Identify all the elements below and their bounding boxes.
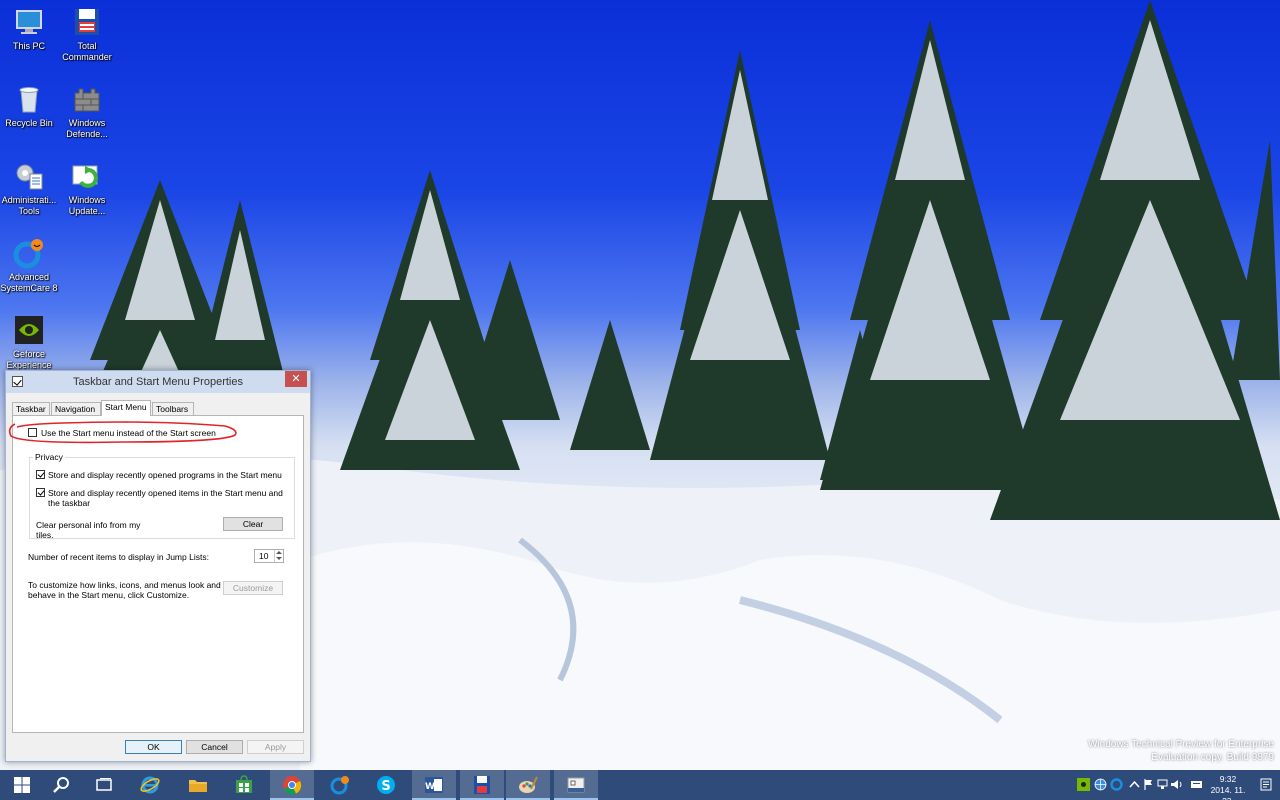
clock-time: 9:32 — [1219, 774, 1237, 784]
chrome-icon — [283, 776, 302, 795]
taskbar-chrome[interactable] — [270, 770, 314, 800]
chevron-up-icon[interactable] — [276, 551, 282, 554]
use-start-menu-checkbox[interactable] — [28, 428, 37, 437]
svg-text:S: S — [381, 779, 390, 794]
folder-icon — [189, 780, 207, 792]
network-globe-icon[interactable] — [1094, 778, 1107, 791]
advanced-systemcare-icon — [13, 237, 45, 269]
clock-date: 2014. 11. 23. — [1210, 785, 1246, 800]
windows-update-icon — [71, 160, 103, 192]
use-start-menu-label[interactable]: Use the Start menu instead of the Start … — [41, 428, 216, 438]
search-button[interactable] — [40, 770, 84, 800]
notification-icon[interactable] — [1260, 778, 1272, 791]
store-icon — [236, 775, 252, 793]
customize-button[interactable]: Customize — [223, 581, 283, 595]
tab-start-menu[interactable]: Start Menu — [101, 400, 151, 416]
dialog-title: Taskbar and Start Menu Properties — [73, 376, 243, 388]
chevron-up-icon[interactable] — [1128, 778, 1141, 791]
this-pc-icon — [13, 6, 45, 38]
advanced-systemcare-icon — [330, 776, 349, 795]
paint-icon — [519, 776, 538, 793]
clear-button[interactable]: Clear — [223, 517, 283, 531]
desktop-icon-recycle-bin[interactable]: Recycle Bin — [0, 83, 58, 129]
taskbar-start-menu-properties-dialog: Taskbar and Start Menu Properties ✕ Task… — [5, 370, 311, 762]
jump-lists-label: Number of recent items to display in Jum… — [28, 552, 209, 562]
jump-lists-value[interactable]: 10 — [259, 551, 268, 561]
store-items-label[interactable]: Store and display recently opened items … — [48, 488, 293, 508]
taskbar-paint[interactable] — [506, 770, 550, 800]
evaluation-watermark: Windows Technical Preview for Enterprise… — [1088, 738, 1274, 764]
floppy-disk-icon — [71, 6, 103, 38]
desktop-icon-geforce-experience[interactable]: Geforce Experience — [0, 314, 58, 371]
desktop-icon-windows-defender[interactable]: Windows Defende... — [58, 83, 116, 140]
task-view-button[interactable] — [82, 770, 126, 800]
desktop-icon-admin-tools[interactable]: Administrati... Tools — [0, 160, 58, 217]
taskbar-advanced-systemcare[interactable] — [318, 770, 362, 800]
recycle-bin-icon — [13, 83, 45, 115]
store-programs-checkbox[interactable] — [36, 470, 45, 479]
taskbar-file-explorer[interactable] — [176, 770, 220, 800]
keyboard-language-icon[interactable] — [1190, 778, 1203, 791]
store-items-checkbox[interactable] — [36, 488, 45, 497]
close-button[interactable]: ✕ — [285, 371, 307, 387]
cancel-button[interactable]: Cancel — [186, 740, 243, 754]
start-menu-tab-panel: Use the Start menu instead of the Start … — [12, 415, 304, 733]
taskbar-total-commander[interactable] — [460, 770, 504, 800]
tab-taskbar[interactable]: Taskbar — [12, 402, 50, 416]
taskbar-clock[interactable]: 9:32 2014. 11. 23. — [1206, 774, 1250, 800]
nvidia-tray-icon[interactable] — [1077, 778, 1090, 791]
volume-icon[interactable] — [1170, 778, 1183, 791]
privacy-group-label: Privacy — [33, 452, 65, 462]
store-programs-label[interactable]: Store and display recently opened progra… — [48, 470, 288, 480]
skype-icon: S — [377, 776, 395, 794]
taskbar-properties-icon — [567, 777, 585, 793]
watermark-line-1: Windows Technical Preview for Enterprise — [1087, 739, 1274, 750]
castle-wall-icon — [71, 83, 103, 115]
start-button[interactable] — [0, 770, 44, 800]
internet-explorer-icon — [140, 776, 160, 794]
watermark-line-2: Evaluation copy. Build 9879 — [1151, 752, 1274, 763]
desktop-icon-windows-update[interactable]: Windows Update... — [58, 160, 116, 217]
dialog-titlebar[interactable]: Taskbar and Start Menu Properties ✕ — [6, 371, 310, 393]
taskbar-skype[interactable]: S — [364, 770, 408, 800]
network-wired-icon[interactable] — [1156, 778, 1169, 791]
desktop-icon-total-commander[interactable]: Total Commander — [58, 6, 116, 63]
tab-navigation[interactable]: Navigation — [51, 402, 101, 416]
clear-personal-info-text: Clear personal info from my tiles. — [36, 520, 141, 540]
task-view-icon — [96, 778, 112, 791]
systemcare-tray-icon[interactable] — [1110, 778, 1123, 791]
tab-toolbars[interactable]: Toolbars — [152, 402, 194, 416]
ok-button[interactable]: OK — [125, 740, 182, 754]
apply-button[interactable]: Apply — [247, 740, 304, 754]
taskbar-internet-explorer[interactable] — [128, 770, 172, 800]
customize-text: To customize how links, icons, and menus… — [28, 580, 221, 600]
search-icon — [53, 777, 69, 793]
taskbar-word[interactable]: W — [412, 770, 456, 800]
jump-lists-stepper[interactable]: 10 — [254, 549, 284, 563]
desktop-icon-advanced-systemcare[interactable]: Advanced SystemCare 8 — [0, 237, 58, 294]
desktop-icon-this-pc[interactable]: This PC — [0, 6, 58, 52]
taskbar-store[interactable] — [222, 770, 266, 800]
admin-tools-icon — [13, 160, 45, 192]
windows-logo-icon — [14, 777, 30, 793]
taskbar: S W 9:32 2014. 11. 23. — [0, 770, 1280, 800]
floppy-disk-icon — [474, 776, 490, 794]
chevron-down-icon[interactable] — [276, 557, 282, 560]
nvidia-geforce-icon — [13, 314, 45, 346]
stepper-arrows[interactable] — [274, 550, 283, 562]
svg-text:W: W — [425, 782, 435, 792]
taskbar-taskbar-properties[interactable] — [554, 770, 598, 800]
action-center-flag-icon[interactable] — [1142, 778, 1155, 791]
word-icon: W — [425, 777, 443, 793]
